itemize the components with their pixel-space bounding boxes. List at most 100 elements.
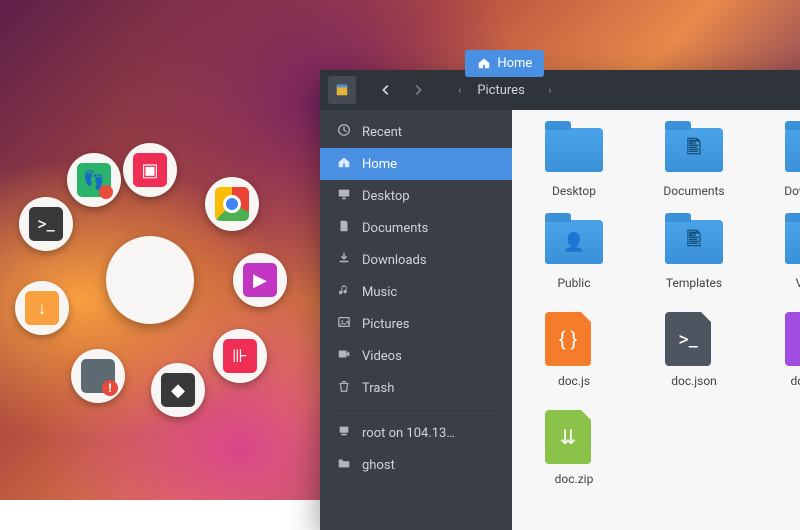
sidebar-item-desktop[interactable]: Desktop — [320, 180, 512, 212]
breadcrumb-label: Home — [497, 56, 532, 71]
sidebar-item-label: Home — [362, 157, 397, 172]
picture-icon — [336, 315, 352, 333]
file-js-icon: { } — [545, 312, 603, 366]
folder-icon: ⭳ — [785, 128, 800, 176]
app-menu-button[interactable] — [328, 76, 356, 104]
sidebar-item-trash[interactable]: Trash — [320, 372, 512, 404]
launcher-item-image-viewer[interactable]: ▣ — [123, 143, 177, 197]
launcher-item-audio-mixer[interactable]: ⊪ — [213, 329, 267, 383]
sidebar-item-home[interactable]: Home — [320, 148, 512, 180]
file-item[interactable]: 🖺 Documents — [640, 128, 748, 198]
launcher-item-chrome[interactable] — [205, 177, 259, 231]
file-label: Videos — [796, 276, 800, 290]
file-manager-titlebar: ‹ HomePicturesscrot › — [320, 70, 800, 110]
launcher-item-system-problem[interactable] — [71, 349, 125, 403]
nav-back-button[interactable] — [372, 76, 400, 104]
file-label: Desktop — [552, 184, 596, 198]
file-item[interactable]: 👤 Public — [520, 220, 628, 290]
file-item[interactable]: ♪ doc.mp3 — [760, 312, 800, 388]
sidebar: Recent Home Desktop Documents Downloads Music… — [320, 110, 512, 530]
music-icon — [336, 283, 352, 301]
breadcrumb-item[interactable]: Home — [465, 50, 544, 77]
sidebar-item-label: Videos — [362, 349, 402, 364]
chevron-right-icon[interactable]: › — [544, 84, 555, 97]
file-label: Downloads — [784, 184, 800, 198]
terminal-icon: >_ — [29, 207, 63, 241]
network-icon — [336, 424, 352, 442]
sidebar-item-recent[interactable]: Recent — [320, 116, 512, 148]
folder-icon: 🖺 — [665, 128, 723, 176]
folder-icon: 🖺 — [665, 220, 723, 268]
file-item[interactable]: ▸ Videos — [760, 220, 800, 290]
system-problem-icon — [81, 359, 115, 393]
sidebar-item-documents[interactable]: Documents — [320, 212, 512, 244]
launcher-item-gnome-settings[interactable]: 👣 — [67, 153, 121, 207]
sidebar-item-pictures[interactable]: Pictures — [320, 308, 512, 340]
arrow-left-icon — [379, 83, 393, 97]
sidebar-item-label: Trash — [362, 381, 394, 396]
arrow-right-icon — [411, 83, 425, 97]
file-grid-area[interactable]: Desktop 🖺 Documents ⭳ Downloads 👤 Public 🖺 Templ… — [512, 110, 800, 530]
inkscape-icon: ◆ — [161, 373, 195, 407]
trash-icon — [336, 379, 352, 397]
file-label: doc.js — [558, 374, 590, 388]
sidebar-item-label: Music — [362, 285, 397, 300]
doc-icon — [336, 219, 352, 237]
file-label: doc.mp3 — [790, 374, 800, 388]
sidebar-separator — [332, 410, 500, 411]
launcher-item-download-manager[interactable]: ↓ — [15, 281, 69, 335]
launcher-center[interactable] — [106, 236, 194, 324]
file-zip-icon: ⇊ — [545, 410, 603, 464]
video-icon — [336, 347, 352, 365]
desktop-icon — [336, 187, 352, 205]
file-label: Templates — [666, 276, 722, 290]
folder-icon — [545, 128, 603, 176]
home-icon — [336, 155, 352, 173]
app-icon — [335, 83, 349, 97]
launcher-item-media-player[interactable]: ▶ — [233, 253, 287, 307]
file-item[interactable]: Desktop — [520, 128, 628, 198]
folder-icon — [336, 456, 352, 474]
file-label: Public — [557, 276, 590, 290]
file-item[interactable]: { } doc.js — [520, 312, 628, 388]
file-label: doc.json — [671, 374, 717, 388]
breadcrumb-item[interactable]: Pictures — [465, 77, 544, 104]
sidebar-item-ghost[interactable]: ghost — [320, 449, 512, 481]
sidebar-item-label: Pictures — [362, 317, 409, 332]
sidebar-item-label: ghost — [362, 458, 395, 473]
folder-icon: ▸ — [785, 220, 800, 268]
folder-icon: 👤 — [545, 220, 603, 268]
file-item[interactable]: ⭳ Downloads — [760, 128, 800, 198]
image-viewer-icon: ▣ — [133, 153, 167, 187]
file-item[interactable]: >_ doc.json — [640, 312, 748, 388]
sidebar-item-music[interactable]: Music — [320, 276, 512, 308]
sidebar-item-label: Desktop — [362, 189, 410, 204]
clock-icon — [336, 123, 352, 141]
sidebar-item-label: Downloads — [362, 253, 427, 268]
sidebar-item-videos[interactable]: Videos — [320, 340, 512, 372]
sidebar-item-label: Documents — [362, 221, 428, 236]
file-item[interactable]: ⇊ doc.zip — [520, 410, 628, 486]
download-icon: ↓ — [25, 291, 59, 325]
file-manager-body: Recent Home Desktop Documents Downloads Music… — [320, 110, 800, 530]
breadcrumb-label: Pictures — [477, 83, 524, 98]
download-icon — [336, 251, 352, 269]
file-json-icon: >_ — [665, 312, 723, 366]
file-manager-window: ‹ HomePicturesscrot › Recent Home Desktop D… — [320, 70, 800, 530]
gnome-settings-icon: 👣 — [77, 163, 111, 197]
audio-mixer-icon: ⊪ — [223, 339, 257, 373]
file-item[interactable]: 🖺 Templates — [640, 220, 748, 290]
sidebar-item-label: Recent — [362, 125, 402, 140]
launcher-item-terminal[interactable]: >_ — [19, 197, 73, 251]
launcher-item-inkscape[interactable]: ◆ — [151, 363, 205, 417]
nav-forward-button[interactable] — [404, 76, 432, 104]
sidebar-item-label: root on 104.13… — [362, 426, 455, 441]
sidebar-item-root-on-104-13-[interactable]: root on 104.13… — [320, 417, 512, 449]
file-label: doc.zip — [555, 472, 594, 486]
home-icon — [477, 56, 491, 70]
chevron-left-icon[interactable]: ‹ — [454, 84, 465, 97]
chrome-icon — [215, 187, 249, 221]
file-music-icon: ♪ — [785, 312, 800, 366]
file-label: Documents — [663, 184, 724, 198]
sidebar-item-downloads[interactable]: Downloads — [320, 244, 512, 276]
